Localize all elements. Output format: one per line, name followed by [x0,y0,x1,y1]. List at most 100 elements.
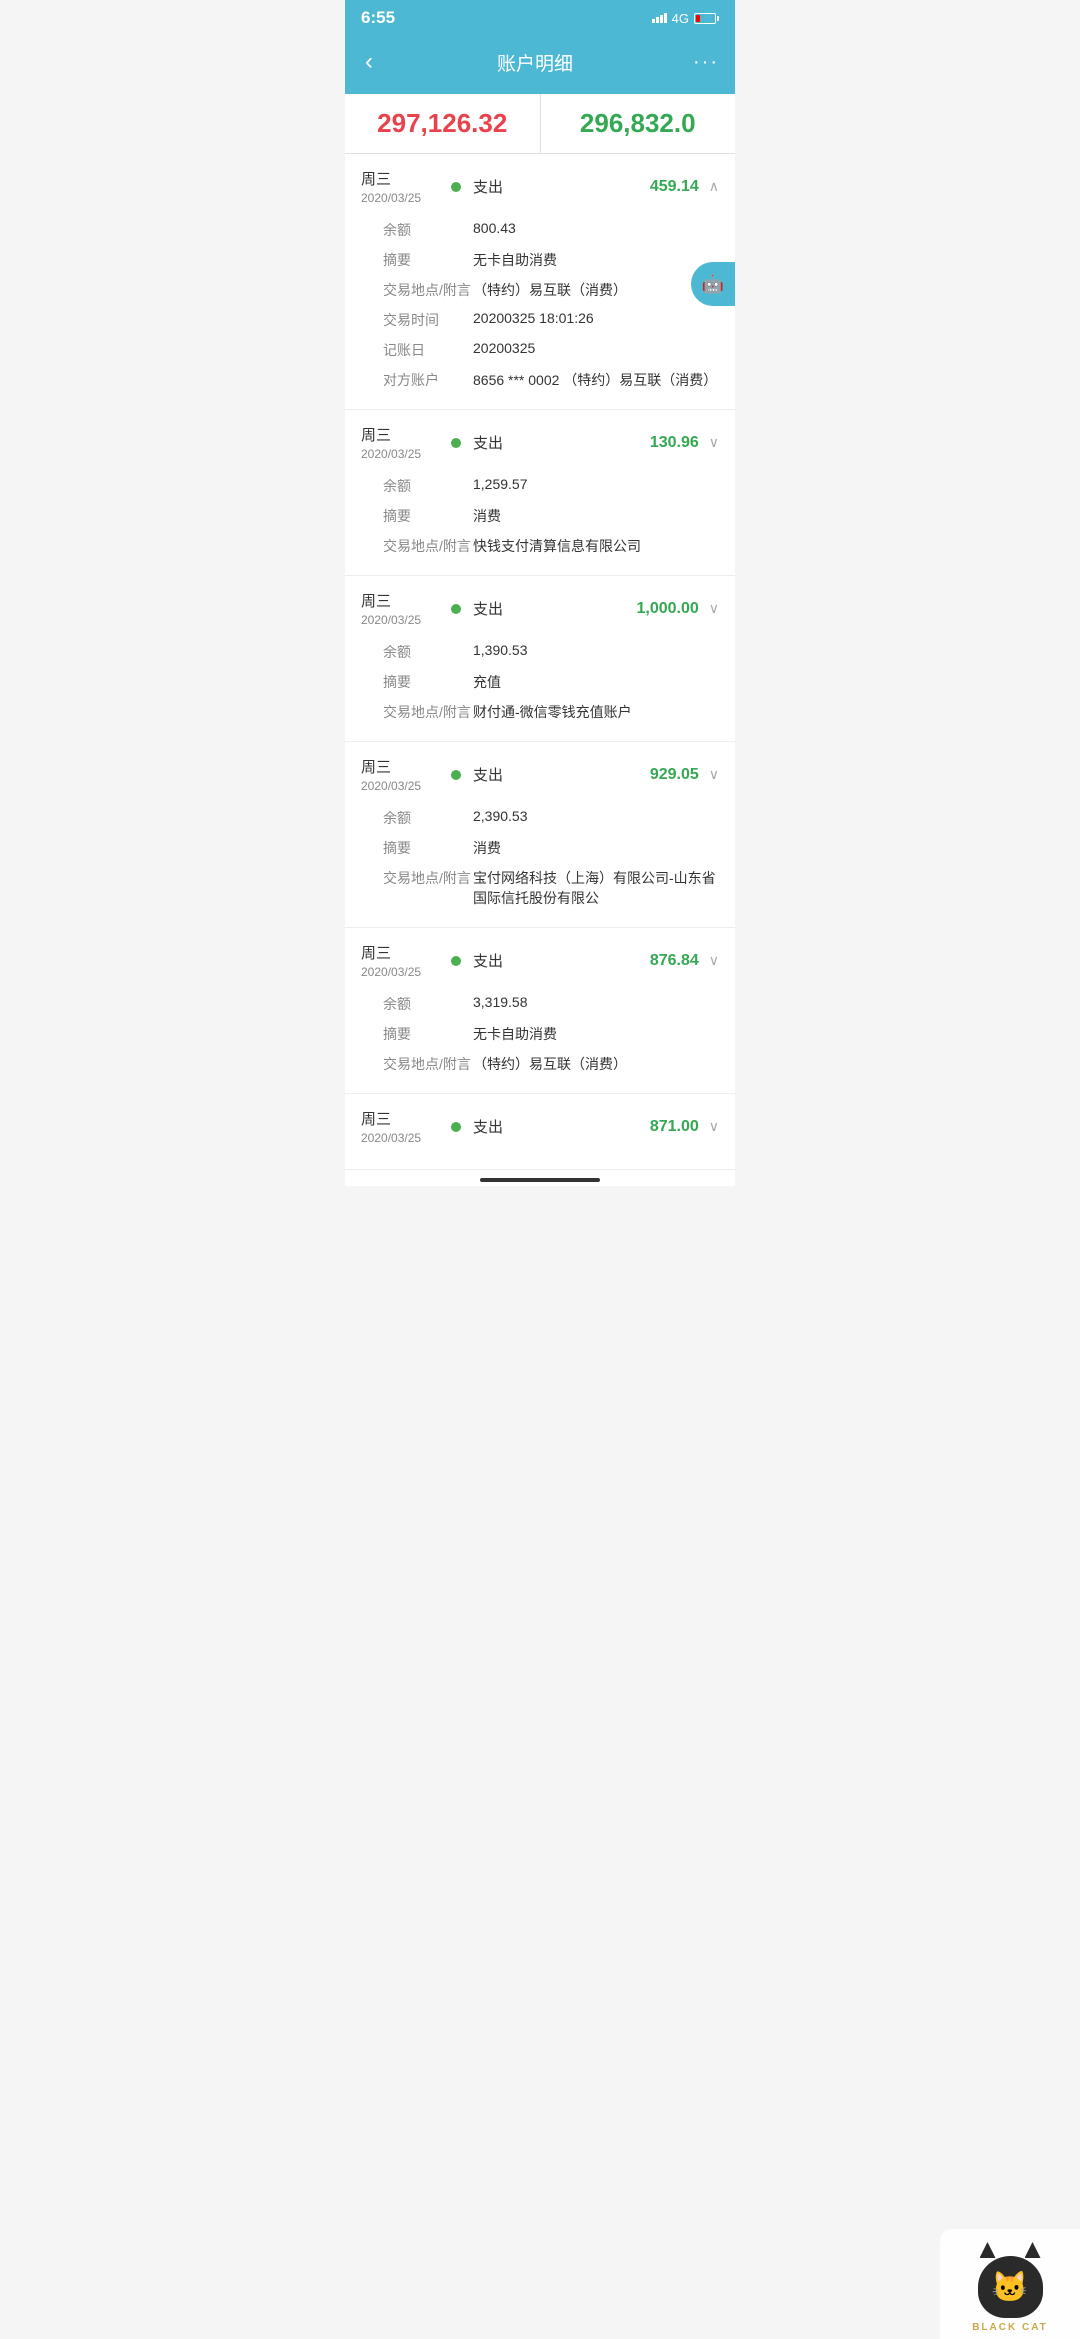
detail-value: 消费 [473,838,719,858]
day-name: 周三 [361,942,451,963]
detail-row: 交易地点/附言 财付通-微信零钱充值账户 [383,697,719,727]
page-title: 账户明细 [497,49,573,76]
date-value: 2020/03/25 [361,613,451,627]
detail-value: 无卡自助消费 [473,250,719,270]
back-button[interactable]: ‹ [361,44,377,80]
chevron-icon[interactable]: ∧ [709,178,719,195]
transaction-dot [451,770,461,780]
transaction-dot [451,182,461,192]
detail-value: 2,390.53 [473,808,719,828]
detail-value: 8656 *** 0002 （特约）易互联（消费） [473,370,719,390]
detail-value: 1,259.57 [473,476,719,496]
detail-row: 余额 1,390.53 [383,637,719,667]
detail-label: 摘要 [383,250,473,270]
transaction-item: 周三 2020/03/25 支出 871.00 ∨ [345,1094,735,1170]
detail-value: 快钱支付清算信息有限公司 [473,536,719,556]
detail-label: 交易地点/附言 [383,868,473,908]
detail-row: 余额 800.43 [383,215,719,245]
detail-value: 消费 [473,506,719,526]
transaction-details: 余额 800.43 摘要 无卡自助消费 交易地点/附言 （特约）易互联（消费） … [383,215,719,395]
black-cat-label: BLACK CAT [972,2322,1048,2333]
detail-value: （特约）易互联（消费） [473,280,719,300]
header: ‹ 账户明细 ··· [345,34,735,94]
detail-value: 20200325 18:01:26 [473,310,719,330]
transaction-header: 周三 2020/03/25 支出 459.14 ∧ [361,168,719,205]
transaction-type: 支出 [473,598,636,619]
status-time: 6:55 [361,8,395,28]
transaction-type: 支出 [473,950,650,971]
transaction-amount: 876.84 [650,952,699,970]
chevron-icon[interactable]: ∨ [709,766,719,783]
detail-row: 摘要 无卡自助消费 [383,1019,719,1049]
transaction-item: 周三 2020/03/25 支出 929.05 ∨ 余额 2,390.53 摘要… [345,742,735,928]
detail-label: 交易时间 [383,310,473,330]
transaction-item: 周三 2020/03/25 支出 459.14 ∧ 余额 800.43 摘要 无… [345,154,735,410]
status-icons: 4G [652,11,719,26]
day-name: 周三 [361,756,451,777]
detail-row: 摘要 无卡自助消费 [383,245,719,275]
transaction-details: 余额 1,259.57 摘要 消费 交易地点/附言 快钱支付清算信息有限公司 [383,471,719,561]
detail-row: 交易地点/附言 （特约）易互联（消费） [383,1049,719,1079]
chevron-icon[interactable]: ∨ [709,1118,719,1135]
detail-label: 余额 [383,808,473,828]
transaction-amount: 871.00 [650,1118,699,1136]
network-type: 4G [672,11,689,26]
transaction-header: 周三 2020/03/25 支出 929.05 ∨ [361,756,719,793]
detail-label: 交易地点/附言 [383,536,473,556]
transaction-amount: 130.96 [650,434,699,452]
transaction-type: 支出 [473,1116,650,1137]
signal-icon [652,13,667,23]
detail-row: 交易地点/附言 （特约）易互联（消费） [383,275,719,305]
chevron-icon[interactable]: ∨ [709,600,719,617]
detail-row: 交易时间 20200325 18:01:26 [383,305,719,335]
transaction-dot [451,438,461,448]
chevron-icon[interactable]: ∨ [709,434,719,451]
detail-label: 交易地点/附言 [383,280,473,300]
black-cat-watermark: 🐱 BLACK CAT [940,2229,1080,2339]
detail-row: 交易地点/附言 快钱支付清算信息有限公司 [383,531,719,561]
transaction-date: 周三 2020/03/25 [361,1108,451,1145]
transaction-date: 周三 2020/03/25 [361,756,451,793]
transaction-item: 周三 2020/03/25 支出 130.96 ∨ 余额 1,259.57 摘要… [345,410,735,576]
date-value: 2020/03/25 [361,1131,451,1145]
transaction-details: 余额 1,390.53 摘要 充值 交易地点/附言 财付通-微信零钱充值账户 [383,637,719,727]
transaction-header: 周三 2020/03/25 支出 130.96 ∨ [361,424,719,461]
transaction-item: 周三 2020/03/25 支出 1,000.00 ∨ 余额 1,390.53 … [345,576,735,742]
detail-value: 3,319.58 [473,994,719,1014]
detail-row: 摘要 消费 [383,501,719,531]
status-bar: 6:55 4G [345,0,735,34]
balance-debit: 297,126.32 [345,94,541,153]
date-value: 2020/03/25 [361,965,451,979]
transaction-dot [451,956,461,966]
detail-row: 记账日 20200325 [383,335,719,365]
detail-label: 对方账户 [383,370,473,390]
transaction-header: 周三 2020/03/25 支出 876.84 ∨ [361,942,719,979]
chevron-icon[interactable]: ∨ [709,952,719,969]
detail-row: 余额 1,259.57 [383,471,719,501]
date-value: 2020/03/25 [361,779,451,793]
credit-amount: 296,832.0 [580,108,696,138]
detail-row: 交易地点/附言 宝付网络科技（上海）有限公司-山东省国际信托股份有限公 [383,863,719,913]
home-indicator [345,1170,735,1186]
detail-label: 余额 [383,220,473,240]
transaction-date: 周三 2020/03/25 [361,424,451,461]
transaction-header: 周三 2020/03/25 支出 871.00 ∨ [361,1108,719,1145]
detail-label: 摘要 [383,506,473,526]
detail-row: 摘要 充值 [383,667,719,697]
detail-value: 财付通-微信零钱充值账户 [473,702,719,722]
battery-icon [694,13,719,24]
detail-value: 20200325 [473,340,719,360]
detail-label: 摘要 [383,838,473,858]
transaction-type: 支出 [473,176,650,197]
detail-label: 余额 [383,994,473,1014]
day-name: 周三 [361,168,451,189]
day-name: 周三 [361,424,451,445]
transaction-date: 周三 2020/03/25 [361,168,451,205]
transaction-item: 周三 2020/03/25 支出 876.84 ∨ 余额 3,319.58 摘要… [345,928,735,1094]
debit-amount: 297,126.32 [377,108,507,138]
detail-value: 充值 [473,672,719,692]
date-value: 2020/03/25 [361,447,451,461]
transaction-amount: 929.05 [650,766,699,784]
transaction-type: 支出 [473,432,650,453]
more-button[interactable]: ··· [693,51,719,74]
